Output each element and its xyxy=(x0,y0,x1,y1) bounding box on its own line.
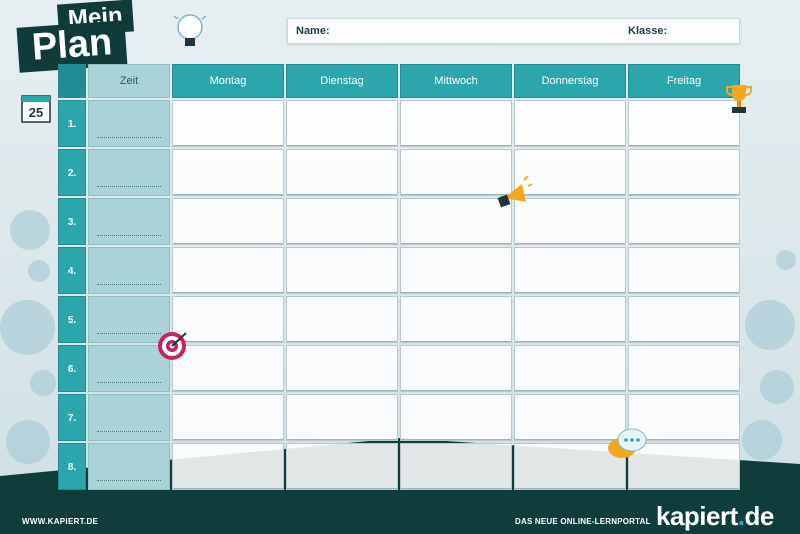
header-day-1: Dienstag xyxy=(286,64,398,98)
calendar-icon: 25 xyxy=(21,95,51,123)
period-number: 1. xyxy=(58,100,86,147)
timetable-cell[interactable] xyxy=(286,443,398,490)
header-day-4: Freitag xyxy=(628,64,740,98)
header-day-3: Donnerstag xyxy=(514,64,626,98)
time-cell[interactable] xyxy=(88,247,170,294)
timetable-cell[interactable] xyxy=(514,100,626,147)
timetable-cell[interactable] xyxy=(286,149,398,196)
header-day-0: Montag xyxy=(172,64,284,98)
period-number: 4. xyxy=(58,247,86,294)
timetable-cell[interactable] xyxy=(286,296,398,343)
timetable-cell[interactable] xyxy=(286,100,398,147)
timetable-cell[interactable] xyxy=(172,247,284,294)
timetable-cell[interactable] xyxy=(514,345,626,392)
brand-logo: kapiert.de xyxy=(656,501,774,532)
period-number: 8. xyxy=(58,443,86,490)
period-number: 2. xyxy=(58,149,86,196)
brand-suffix: de xyxy=(744,501,775,531)
time-cell[interactable] xyxy=(88,149,170,196)
footer-tagline: DAS NEUE ONLINE-LERNPORTAL xyxy=(515,517,651,526)
target-icon xyxy=(158,332,187,360)
period-number: 6. xyxy=(58,345,86,392)
time-cell[interactable] xyxy=(88,100,170,147)
timetable-cell[interactable] xyxy=(172,296,284,343)
timetable-cell[interactable] xyxy=(172,443,284,490)
footer-website[interactable]: WWW.KAPIERT.DE xyxy=(22,517,98,526)
timetable-cell[interactable] xyxy=(172,100,284,147)
timetable-cell[interactable] xyxy=(172,394,284,441)
timetable-cell[interactable] xyxy=(400,100,512,147)
timetable-cell[interactable] xyxy=(628,149,740,196)
timetable-cell[interactable] xyxy=(628,247,740,294)
trophy-icon xyxy=(726,85,752,113)
timetable-cell[interactable] xyxy=(172,198,284,245)
timetable-cell[interactable] xyxy=(286,394,398,441)
time-cell[interactable] xyxy=(88,394,170,441)
calendar-day: 25 xyxy=(29,105,43,120)
timetable-cell[interactable] xyxy=(628,198,740,245)
time-cell[interactable] xyxy=(88,198,170,245)
header-corner xyxy=(58,64,86,98)
period-number: 5. xyxy=(58,296,86,343)
brand-main: kapiert xyxy=(656,501,738,531)
time-cell[interactable] xyxy=(88,443,170,490)
klasse-label: Klasse: xyxy=(628,25,668,37)
timetable-cell[interactable] xyxy=(172,149,284,196)
period-number: 7. xyxy=(58,394,86,441)
timetable-cell[interactable] xyxy=(286,247,398,294)
timetable-cell[interactable] xyxy=(628,345,740,392)
megaphone-icon xyxy=(497,176,532,208)
timetable-cell[interactable] xyxy=(400,394,512,441)
brand-dot: . xyxy=(737,501,745,531)
chat-bubbles-icon xyxy=(608,428,647,458)
timetable-cell[interactable] xyxy=(400,296,512,343)
timetable-cell[interactable] xyxy=(514,296,626,343)
header-day-2: Mittwoch xyxy=(400,64,512,98)
name-label: Name: xyxy=(296,25,330,37)
timetable-cell[interactable] xyxy=(628,100,740,147)
name-klasse-bar: Name: Klasse: xyxy=(287,18,740,44)
lightbulb-icon xyxy=(173,14,207,46)
header-zeit: Zeit xyxy=(88,64,170,98)
timetable-cell[interactable] xyxy=(286,345,398,392)
timetable-cell[interactable] xyxy=(286,198,398,245)
timetable-cell[interactable] xyxy=(400,247,512,294)
timetable-cell[interactable] xyxy=(172,345,284,392)
timetable-cell[interactable] xyxy=(514,247,626,294)
timetable-cell[interactable] xyxy=(400,443,512,490)
timetable-cell[interactable] xyxy=(400,345,512,392)
timetable-cell[interactable] xyxy=(628,296,740,343)
period-number: 3. xyxy=(58,198,86,245)
